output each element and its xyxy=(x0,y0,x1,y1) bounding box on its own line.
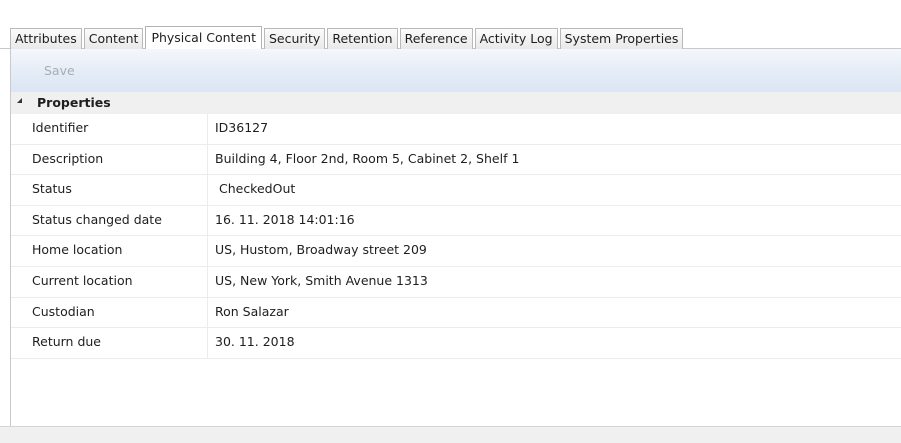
tab-list: Attributes Content Physical Content Secu… xyxy=(10,26,685,50)
property-label: Description xyxy=(32,150,104,166)
property-row-home-location[interactable]: Home location US, Hustom, Broadway stree… xyxy=(11,236,901,267)
property-row-identifier[interactable]: Identifier ID36127 xyxy=(11,114,901,145)
tab-security[interactable]: Security xyxy=(263,28,326,49)
property-label: Status xyxy=(32,181,72,197)
group-title: Properties xyxy=(37,95,111,110)
property-value[interactable]: 16. 11. 2018 14:01:16 xyxy=(215,212,355,227)
tab-retention[interactable]: Retention xyxy=(327,28,398,49)
property-label: Status changed date xyxy=(32,211,162,227)
column-divider xyxy=(207,266,208,297)
property-value[interactable]: US, New York, Smith Avenue 1313 xyxy=(215,273,428,288)
column-divider xyxy=(207,205,208,236)
property-label: Identifier xyxy=(32,120,89,135)
tab-content[interactable]: Content xyxy=(83,28,144,49)
column-divider xyxy=(207,236,208,266)
tab-system-properties[interactable]: System Properties xyxy=(559,28,684,49)
property-grid: Identifier ID36127 Description Building … xyxy=(11,114,901,359)
column-divider xyxy=(207,144,208,175)
property-value[interactable]: CheckedOut xyxy=(215,181,295,196)
properties-panel: Properties Identifier ID36127 Descriptio… xyxy=(10,92,901,426)
toolbar: Save xyxy=(10,49,901,92)
property-row-return-due[interactable]: Return due 30. 11. 2018 xyxy=(11,328,901,359)
property-label: Return due xyxy=(32,334,102,350)
tab-physical-content[interactable]: Physical Content xyxy=(145,26,262,50)
property-label: Custodian xyxy=(32,303,95,319)
property-row-status-changed-date[interactable]: Status changed date 16. 11. 2018 14:01:1… xyxy=(11,205,901,237)
property-row-current-location[interactable]: Current location US, New York, Smith Ave… xyxy=(11,266,901,298)
property-row-status[interactable]: Status CheckedOut xyxy=(11,175,901,206)
column-divider xyxy=(207,328,208,358)
save-button[interactable]: Save xyxy=(44,63,75,78)
column-divider xyxy=(207,175,208,205)
property-row-custodian[interactable]: Custodian Ron Salazar xyxy=(11,297,901,329)
property-value[interactable]: 30. 11. 2018 xyxy=(215,334,295,349)
column-divider xyxy=(207,297,208,328)
status-bar xyxy=(0,426,901,443)
property-value[interactable]: ID36127 xyxy=(215,120,268,135)
tab-attributes[interactable]: Attributes xyxy=(10,28,82,49)
property-label: Current location xyxy=(32,272,133,288)
property-value[interactable]: Ron Salazar xyxy=(215,304,289,319)
tab-reference[interactable]: Reference xyxy=(399,28,473,49)
tab-activity-log[interactable]: Activity Log xyxy=(474,28,558,49)
collapse-triangle-icon[interactable] xyxy=(17,98,22,103)
property-value[interactable]: Building 4, Floor 2nd, Room 5, Cabinet 2… xyxy=(215,151,519,166)
property-value[interactable]: US, Hustom, Broadway street 209 xyxy=(215,242,427,257)
physical-content-page: Attributes Content Physical Content Secu… xyxy=(0,0,901,443)
property-row-description[interactable]: Description Building 4, Floor 2nd, Room … xyxy=(11,144,901,176)
column-divider xyxy=(207,114,208,144)
properties-group-header[interactable]: Properties xyxy=(11,92,901,114)
tab-strip: Attributes Content Physical Content Secu… xyxy=(0,0,901,50)
property-label: Home location xyxy=(32,242,123,258)
